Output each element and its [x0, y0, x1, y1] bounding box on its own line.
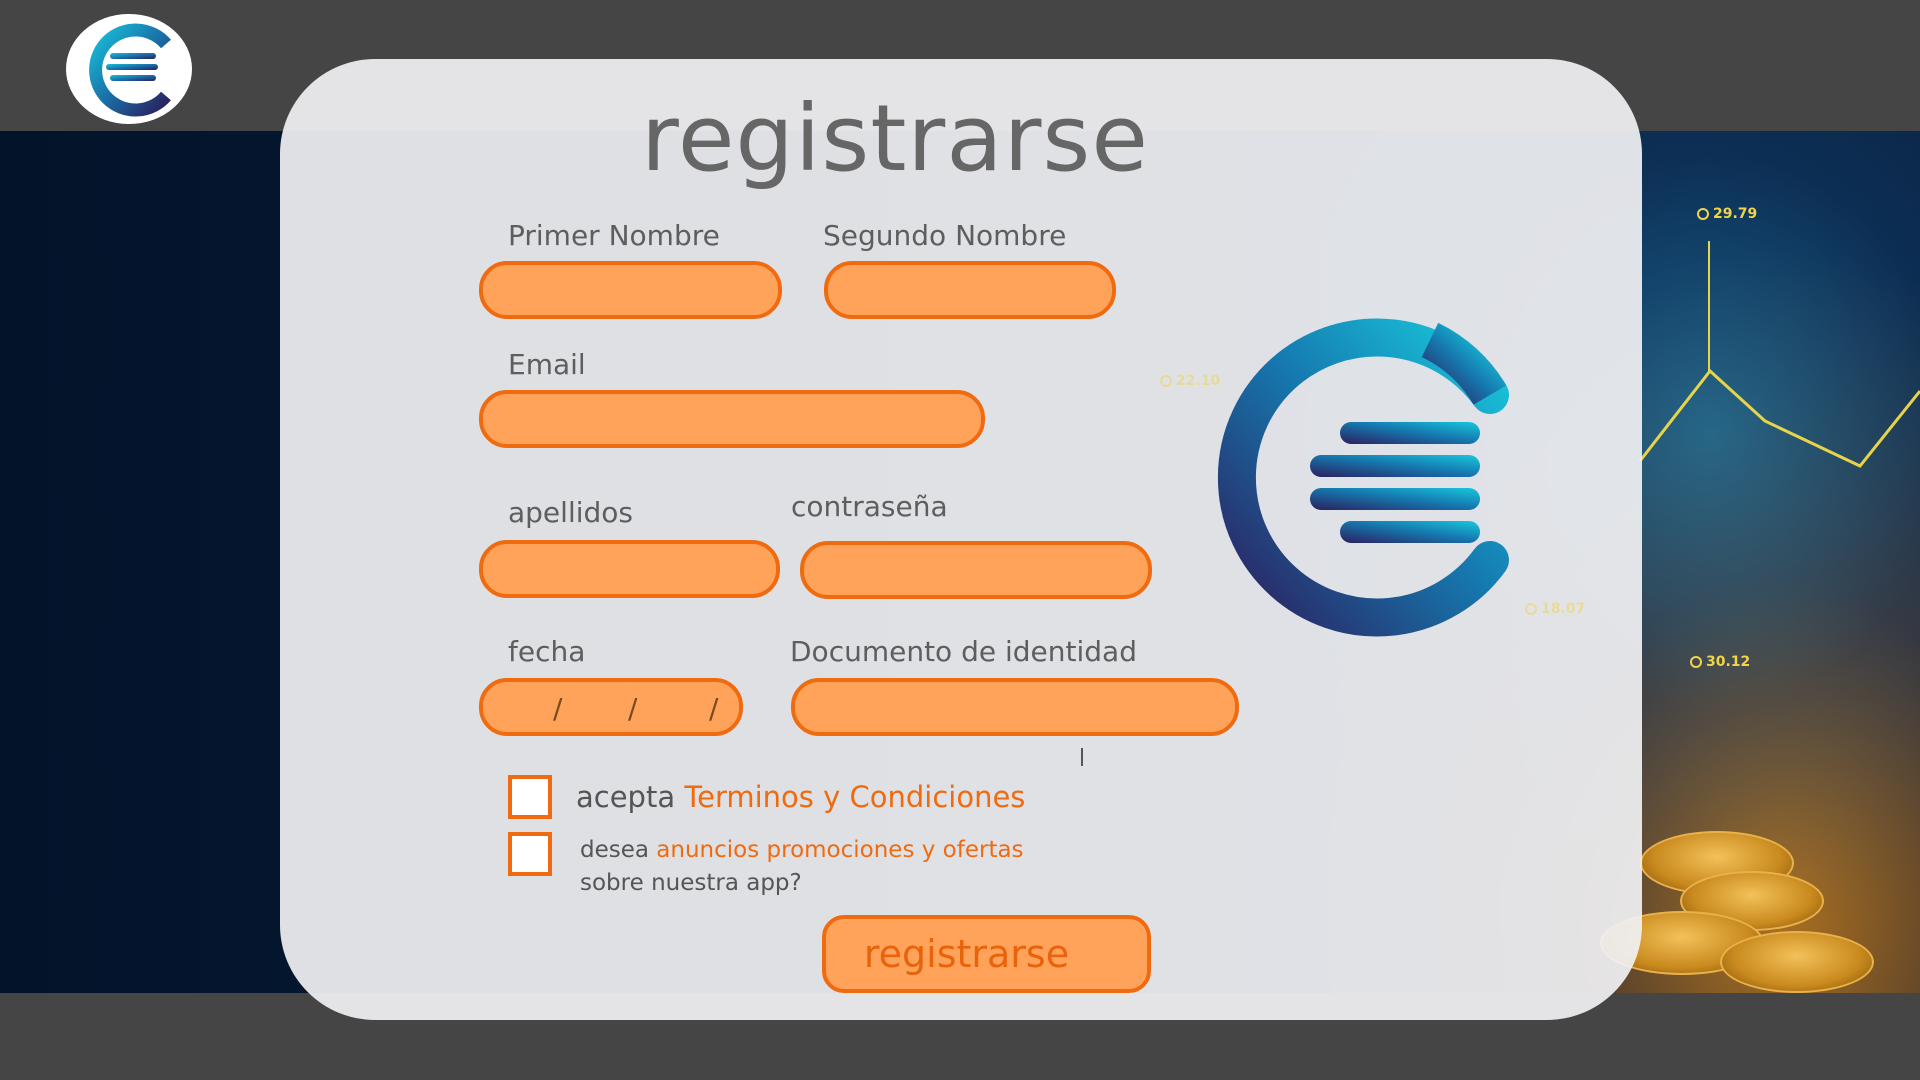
second-name-input[interactable]	[824, 261, 1116, 319]
terms-text: acepta Terminos y Condiciones	[576, 780, 1025, 814]
promos-text: desea anuncios promociones y ofertas sob…	[580, 834, 1024, 900]
last-name-label: apellidos	[508, 496, 633, 529]
email-input[interactable]	[479, 390, 985, 448]
promos-line2: sobre nuestra app?	[580, 870, 802, 896]
date-input[interactable]: / / /	[479, 678, 743, 736]
promos-link[interactable]: anuncios promociones y ofertas	[656, 837, 1023, 863]
second-name-label: Segundo Nombre	[823, 219, 1067, 252]
date-label: fecha	[508, 635, 586, 668]
price-tag: 22.10	[1160, 373, 1220, 389]
brand-large-logo-icon	[1217, 318, 1509, 637]
register-submit-button[interactable]: registrarse	[822, 915, 1151, 993]
text-cursor	[1081, 748, 1083, 766]
background-line-chart	[1638, 241, 1920, 468]
price-tag: 29.79	[1697, 206, 1757, 222]
promos-checkbox[interactable]	[508, 832, 552, 876]
date-separator: /	[628, 692, 638, 725]
first-name-label: Primer Nombre	[508, 219, 720, 252]
coin-graphic	[1720, 931, 1874, 993]
page-title: registrarse	[641, 85, 1149, 192]
terms-prefix: acepta	[576, 780, 676, 814]
id-document-label: Documento de identidad	[790, 635, 1137, 668]
promos-prefix: desea	[580, 837, 649, 863]
price-tag: 18.07	[1525, 601, 1585, 617]
date-separator: /	[553, 692, 563, 725]
password-label: contraseña	[791, 490, 948, 523]
terms-checkbox[interactable]	[508, 775, 552, 819]
date-separator: /	[709, 692, 719, 725]
price-tag: 30.12	[1690, 654, 1750, 670]
last-name-input[interactable]	[479, 540, 780, 598]
terms-link[interactable]: Terminos y Condiciones	[684, 780, 1025, 814]
register-submit-label: registrarse	[863, 932, 1070, 976]
email-label: Email	[508, 348, 586, 381]
id-document-input[interactable]	[791, 678, 1239, 736]
first-name-input[interactable]	[479, 261, 782, 319]
password-input[interactable]	[800, 541, 1152, 599]
